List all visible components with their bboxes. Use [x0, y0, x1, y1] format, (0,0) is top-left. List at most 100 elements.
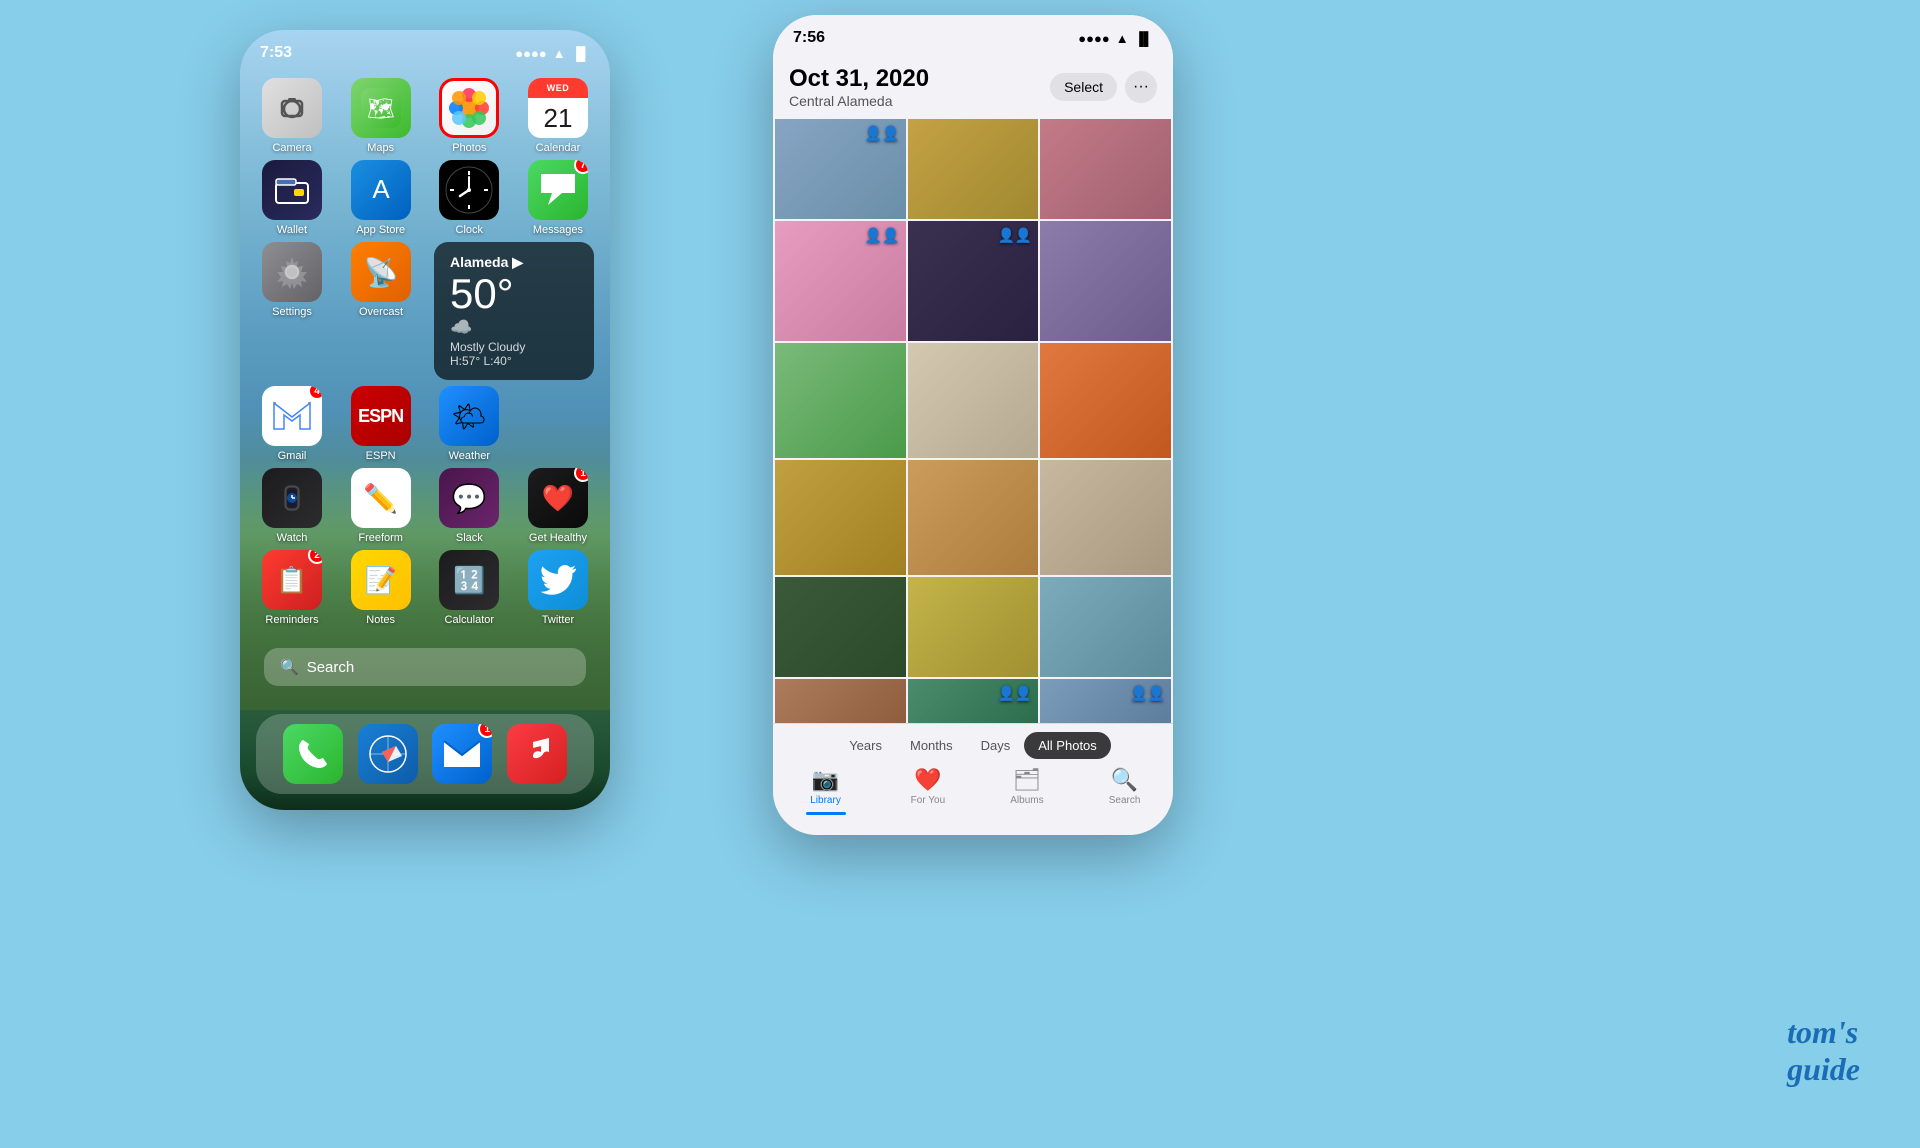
safari-icon-img[interactable] [358, 724, 418, 784]
photo-10[interactable] [775, 460, 906, 575]
slack-icon-img[interactable]: 💬 [439, 468, 499, 528]
wallet-icon-img[interactable] [262, 160, 322, 220]
weather-label: Weather [449, 450, 490, 462]
app-maps[interactable]: 🗺 Maps [345, 78, 417, 154]
app-wallet[interactable]: Wallet [256, 160, 328, 236]
app-settings[interactable]: Settings [256, 242, 328, 318]
segment-days[interactable]: Days [967, 732, 1025, 759]
mail-icon-img[interactable]: 1 [432, 724, 492, 784]
left-phone: 7:53 ●●●● ▲ ▐▌ Camera 🗺 [240, 30, 610, 810]
tab-albums[interactable]: 🗂 Albums [1010, 767, 1043, 815]
app-espn[interactable]: ESPN ESPN [345, 386, 417, 462]
camera-icon-img[interactable] [262, 78, 322, 138]
weather-icon-img[interactable]: 🌤 [439, 386, 499, 446]
app-gmail[interactable]: 4 Gmail [256, 386, 328, 462]
photo-5[interactable]: 👤👤 [908, 221, 1039, 341]
photo-14[interactable] [908, 577, 1039, 677]
photo-8[interactable] [908, 343, 1039, 458]
app-calculator[interactable]: 🔢 Calculator [433, 550, 505, 626]
notes-label: Notes [366, 614, 395, 626]
app-row-6: 📋 2 Reminders 📝 Notes 🔢 Calculator [256, 550, 594, 626]
settings-icon-img[interactable] [262, 242, 322, 302]
maps-icon-img[interactable]: 🗺 [351, 78, 411, 138]
app-watch[interactable]: Watch [256, 468, 328, 544]
phone-icon-img[interactable] [283, 724, 343, 784]
select-button[interactable]: Select [1050, 73, 1117, 101]
photo-2[interactable] [908, 119, 1039, 219]
search-bar[interactable]: 🔍 Search [264, 648, 586, 686]
weather-widget[interactable]: Alameda ▶ 50° ☁️ Mostly Cloudy H:57° L:4… [434, 242, 594, 380]
tab-library[interactable]: 📷 Library [806, 767, 846, 815]
app-notes[interactable]: 📝 Notes [345, 550, 417, 626]
photo-13[interactable] [775, 577, 906, 677]
espn-icon-img[interactable]: ESPN [351, 386, 411, 446]
clock-icon-img[interactable] [439, 160, 499, 220]
segment-years[interactable]: Years [835, 732, 896, 759]
right-status-icons: ●●●● ▲ ▐▌ [1078, 31, 1153, 46]
calendar-day: WED [528, 78, 588, 98]
photo-11[interactable] [908, 460, 1039, 575]
toms-guide-text: tom'sguide [1787, 1014, 1860, 1087]
app-camera[interactable]: Camera [256, 78, 328, 154]
photo-15[interactable] [1040, 577, 1171, 677]
app-freeform[interactable]: ✏️ Freeform [345, 468, 417, 544]
dock-mail[interactable]: 1 [426, 724, 498, 784]
twitter-icon-img[interactable] [528, 550, 588, 610]
app-appstore[interactable]: A App Store [345, 160, 417, 236]
calendar-icon-img[interactable]: WED 21 [528, 78, 588, 138]
photo-4[interactable]: 👤👤 [775, 221, 906, 341]
photo-7[interactable] [775, 343, 906, 458]
notes-icon-img[interactable]: 📝 [351, 550, 411, 610]
app-slack[interactable]: 💬 Slack [433, 468, 505, 544]
svg-text:A: A [372, 174, 390, 204]
music-icon-img[interactable] [507, 724, 567, 784]
watch-icon-img[interactable] [262, 468, 322, 528]
photos-icon-img[interactable] [439, 78, 499, 138]
photo-6[interactable] [1040, 221, 1171, 341]
app-clock[interactable]: Clock [433, 160, 505, 236]
gmail-icon-img[interactable]: 4 [262, 386, 322, 446]
app-messages[interactable]: 7 Messages [522, 160, 594, 236]
camera-label: Camera [272, 142, 311, 154]
segment-allphotos[interactable]: All Photos [1024, 732, 1111, 759]
app-twitter[interactable]: Twitter [522, 550, 594, 626]
app-weather[interactable]: 🌤 Weather [433, 386, 505, 462]
app-gethealthy[interactable]: ❤️ 1 Get Healthy [522, 468, 594, 544]
tab-search[interactable]: 🔍 Search [1109, 767, 1141, 815]
photo-9[interactable] [1040, 343, 1171, 458]
photo-row-6: 👤👤 👤👤 [775, 679, 1171, 729]
more-options-button[interactable]: ··· [1125, 71, 1157, 103]
settings-label: Settings [272, 306, 312, 318]
freeform-label: Freeform [358, 532, 403, 544]
svg-text:🗺: 🗺 [367, 96, 395, 121]
photo-row-5 [775, 577, 1171, 677]
photo-18[interactable]: 👤👤 [1040, 679, 1171, 729]
dock-safari[interactable] [352, 724, 424, 784]
reminders-icon-img[interactable]: 📋 2 [262, 550, 322, 610]
app-overcast[interactable]: 📡 Overcast [345, 242, 417, 318]
photo-12[interactable] [1040, 460, 1171, 575]
gmail-label: Gmail [278, 450, 307, 462]
dock-music[interactable] [501, 724, 573, 784]
appstore-icon-img[interactable]: A [351, 160, 411, 220]
mail-badge: 1 [478, 724, 492, 738]
app-photos[interactable]: Photos [433, 78, 505, 154]
photo-17[interactable]: 👤👤 [908, 679, 1039, 729]
overcast-icon-img[interactable]: 📡 [351, 242, 411, 302]
calculator-icon-img[interactable]: 🔢 [439, 550, 499, 610]
search-tab-label: Search [1109, 795, 1141, 806]
app-reminders[interactable]: 📋 2 Reminders [256, 550, 328, 626]
segment-months[interactable]: Months [896, 732, 967, 759]
photo-3[interactable] [1040, 119, 1171, 219]
dock-phone[interactable] [277, 724, 349, 784]
freeform-icon-img[interactable]: ✏️ [351, 468, 411, 528]
gethealthy-icon-img[interactable]: ❤️ 1 [528, 468, 588, 528]
messages-icon-img[interactable]: 7 [528, 160, 588, 220]
tab-foryou[interactable]: ❤️ For You [911, 767, 945, 815]
library-indicator [806, 812, 846, 815]
photo-16[interactable] [775, 679, 906, 729]
calendar-label: Calendar [536, 142, 581, 154]
photo-1[interactable]: 👤👤 [775, 119, 906, 219]
people-icon-5: 👤👤 [1130, 685, 1165, 702]
app-calendar[interactable]: WED 21 Calendar [522, 78, 594, 154]
